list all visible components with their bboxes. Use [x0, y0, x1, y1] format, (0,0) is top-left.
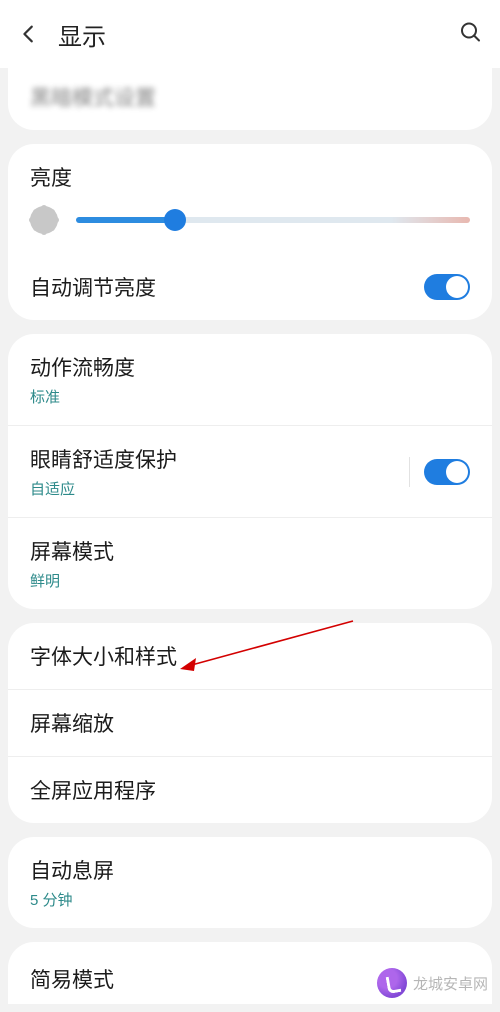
row-sub: 鲜明: [30, 570, 470, 591]
eye-comfort-row[interactable]: 眼睛舒适度保护 自适应: [8, 425, 492, 517]
row-label: 黑暗模式设置: [30, 87, 156, 110]
watermark: 龙城安卓网: [377, 968, 488, 998]
motion-smoothness-row[interactable]: 动作流畅度 标准: [8, 334, 492, 425]
search-icon[interactable]: [458, 20, 482, 49]
screen-mode-row[interactable]: 屏幕模式 鲜明: [8, 517, 492, 609]
auto-brightness-row[interactable]: 自动调节亮度: [8, 254, 492, 320]
back-icon[interactable]: [18, 23, 40, 45]
watermark-logo-icon: [377, 968, 407, 998]
row-label: 字体大小和样式: [30, 641, 470, 671]
row-label: 全屏应用程序: [30, 775, 470, 805]
row-sub: 5 分钟: [30, 889, 470, 910]
dark-mode-settings-row[interactable]: 黑暗模式设置: [8, 68, 492, 130]
row-label: 眼睛舒适度保护: [30, 444, 470, 474]
brightness-slider-thumb[interactable]: [164, 209, 186, 231]
row-label: 亮度: [30, 162, 470, 192]
brightness-low-icon: [30, 206, 58, 234]
display-quality-card: 动作流畅度 标准 眼睛舒适度保护 自适应 屏幕模式 鲜明: [8, 334, 492, 609]
toggle-separator: [409, 457, 410, 487]
brightness-title-row: 亮度: [8, 144, 492, 196]
row-label: 动作流畅度: [30, 352, 470, 382]
auto-brightness-toggle[interactable]: [424, 274, 470, 300]
row-label: 屏幕缩放: [30, 708, 470, 738]
screen-timeout-row[interactable]: 自动息屏 5 分钟: [8, 837, 492, 928]
layout-card: 字体大小和样式 屏幕缩放 全屏应用程序: [8, 623, 492, 823]
row-sub: 标准: [30, 386, 470, 407]
watermark-text: 龙城安卓网: [413, 973, 488, 994]
page-title: 显示: [58, 17, 106, 52]
eye-comfort-toggle[interactable]: [424, 459, 470, 485]
timeout-card: 自动息屏 5 分钟: [8, 837, 492, 928]
header-bar: 显示: [0, 0, 500, 68]
brightness-card: 亮度 自动调节亮度: [8, 144, 492, 320]
font-size-style-row[interactable]: 字体大小和样式: [8, 623, 492, 689]
fullscreen-apps-row[interactable]: 全屏应用程序: [8, 756, 492, 823]
row-label: 屏幕模式: [30, 536, 470, 566]
row-label: 自动调节亮度: [30, 272, 470, 302]
brightness-slider-row: [8, 196, 492, 254]
row-label: 自动息屏: [30, 855, 470, 885]
screen-zoom-row[interactable]: 屏幕缩放: [8, 689, 492, 756]
row-sub: 自适应: [30, 478, 470, 499]
brightness-slider[interactable]: [76, 217, 470, 223]
